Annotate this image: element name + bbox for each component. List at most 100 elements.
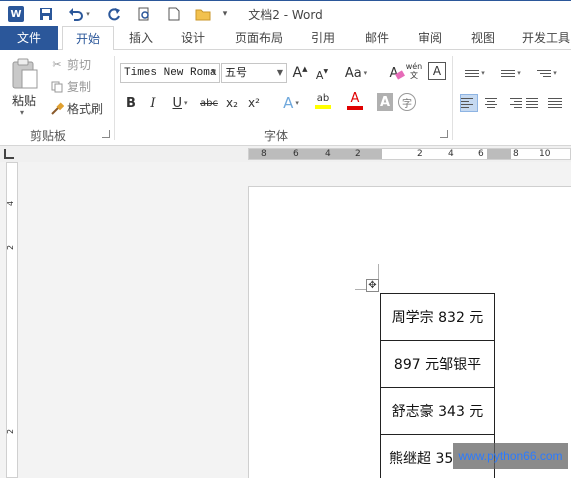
superscript-button[interactable]: x² [245, 93, 263, 113]
tab-stop-selector-icon[interactable] [4, 149, 14, 159]
ribbon-home: 粘贴 ▾ ✂ 剪切 复制 格式刷 剪贴板 Times New Roma ▼ 五号… [0, 50, 571, 146]
grow-font-button[interactable]: A ▲ [292, 63, 308, 83]
copy-label: 复制 [67, 80, 92, 94]
font-size-value: 五号 [225, 66, 247, 79]
chevron-down-icon: ▼ [211, 68, 216, 77]
horizontal-ruler-row: 8 6 4 2 2 4 6 8 10 [0, 146, 571, 162]
subscript-button[interactable]: x₂ [223, 93, 241, 113]
font-group-label: 字体 [264, 129, 289, 143]
character-shading-button[interactable]: A [377, 93, 393, 111]
ruler-label: 4 [325, 149, 331, 159]
enclose-characters-button[interactable]: 字 [398, 93, 416, 111]
tab-insert[interactable]: 插入 [120, 26, 162, 50]
font-color-bar [347, 106, 363, 110]
clipboard-launcher-icon[interactable] [102, 130, 110, 138]
highlight-button[interactable]: ab [308, 91, 338, 111]
paste-icon[interactable] [10, 58, 40, 90]
underline-glyph: U [172, 95, 182, 111]
align-right-button[interactable] [504, 94, 522, 112]
character-border-button[interactable]: A [428, 62, 446, 80]
vertical-ruler-label: 4 [6, 200, 16, 207]
font-launcher-icon[interactable] [440, 130, 448, 138]
multilevel-list-icon [537, 64, 552, 82]
table-move-handle-icon[interactable]: ✥ [366, 279, 379, 292]
format-painter-label: 格式刷 [67, 102, 104, 116]
font-color-glyph: A [350, 91, 360, 106]
clipboard-group-label: 剪贴板 [30, 129, 67, 143]
tab-view[interactable]: 视图 [462, 26, 504, 50]
character-border-glyph: A [432, 64, 442, 78]
bold-button[interactable]: B [124, 93, 138, 113]
numbering-icon [501, 64, 516, 82]
shrink-font-icon: A [315, 68, 324, 82]
ruler-label: 8 [261, 149, 267, 159]
table-row: 舒志豪 343 元 [380, 387, 495, 435]
tab-mailings[interactable]: 邮件 [356, 26, 398, 50]
shrink-font-button[interactable]: A ▼ [315, 65, 329, 85]
text-effects-button[interactable]: A ▾ [278, 93, 304, 113]
grow-font-icon: A [292, 65, 303, 81]
chevron-down-icon: ▼ [276, 68, 283, 77]
multilevel-list-button[interactable]: ▾ [530, 63, 564, 83]
numbering-button[interactable]: ▾ [494, 63, 528, 83]
vertical-ruler-label: 2 [6, 428, 16, 435]
format-painter-button[interactable]: 格式刷 [50, 100, 103, 117]
highlight-color-bar [315, 105, 331, 109]
strikethrough-button[interactable]: abc [198, 93, 220, 113]
ruler-left-margin [249, 149, 382, 159]
change-case-icon: Aa [344, 65, 362, 81]
ruler-label: 4 [448, 149, 454, 159]
distributed-button[interactable] [548, 94, 566, 112]
ruler-label: 6 [478, 149, 484, 159]
tab-references[interactable]: 引用 [302, 26, 344, 50]
ruler-label: 2 [417, 149, 423, 159]
vertical-ruler-label: 2 [6, 244, 16, 251]
ruler-label: 6 [293, 149, 299, 159]
align-center-button[interactable] [482, 94, 500, 112]
tab-home[interactable]: 开始 [62, 26, 114, 51]
vertical-ruler[interactable]: 4 2 2 [6, 162, 18, 478]
ruler-label: 8 [513, 149, 519, 159]
tab-review[interactable]: 审阅 [409, 26, 451, 50]
group-separator [452, 56, 453, 140]
align-left-button[interactable] [460, 94, 478, 112]
underline-button[interactable]: U ▾ [168, 93, 192, 113]
watermark: www.python66.com [453, 443, 568, 469]
tab-developer[interactable]: 开发工具 [516, 26, 571, 50]
paste-button[interactable]: 粘贴 [12, 92, 36, 109]
tab-design[interactable]: 设计 [172, 26, 214, 50]
font-color-button[interactable]: A [340, 91, 370, 111]
brush-icon [50, 101, 64, 116]
cut-button[interactable]: ✂ 剪切 [50, 56, 91, 73]
tab-file[interactable]: 文件 [0, 26, 58, 50]
text-effects-glyph: A [283, 94, 294, 112]
phonetic-guide-button[interactable]: wén 文 [405, 61, 423, 81]
font-size-combo[interactable]: 五号 ▼ [221, 63, 287, 83]
cut-label: 剪切 [67, 58, 92, 72]
ruler-column-gap [487, 149, 511, 159]
ruler-label: 2 [355, 149, 361, 159]
change-case-button[interactable]: Aa ▾ [341, 63, 371, 83]
window-title: 文档2 - Word [248, 8, 323, 22]
italic-button[interactable]: I [146, 93, 160, 113]
group-separator [114, 56, 115, 140]
highlight-glyph: ab [316, 93, 330, 104]
table-row: 周学宗 832 元 [380, 293, 495, 341]
table-row: 897 元邹银平 [380, 340, 495, 388]
clear-formatting-button[interactable]: A [385, 63, 405, 83]
font-name-value: Times New Roma [124, 67, 217, 79]
scissors-icon: ✂ [52, 58, 62, 71]
eraser-icon: A [390, 66, 405, 81]
table-cell[interactable]: 舒志豪 343 元 [380, 387, 495, 435]
ruler-label: 10 [539, 149, 551, 159]
paste-dropdown-icon[interactable]: ▾ [20, 108, 24, 117]
phonetic-guide-glyph: wén [405, 62, 423, 71]
bullets-button[interactable]: ▾ [458, 63, 492, 83]
table-cell[interactable]: 897 元邹银平 [380, 340, 495, 388]
font-name-combo[interactable]: Times New Roma ▼ [120, 63, 220, 83]
horizontal-ruler[interactable]: 8 6 4 2 2 4 6 8 10 [248, 148, 571, 160]
table-cell[interactable]: 周学宗 832 元 [380, 293, 495, 341]
tab-page-layout[interactable]: 页面布局 [226, 26, 292, 50]
justify-button[interactable] [526, 94, 544, 112]
copy-button[interactable]: 复制 [50, 78, 91, 95]
